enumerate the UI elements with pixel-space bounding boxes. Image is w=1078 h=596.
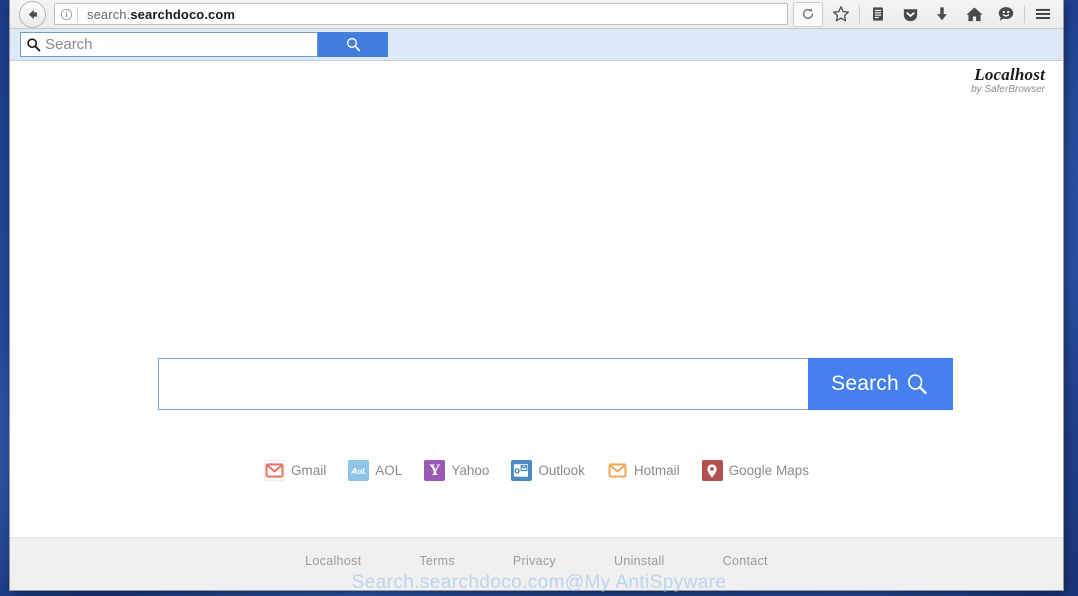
quick-link-google-maps[interactable]: Google Maps [701, 460, 809, 481]
svg-text:o: o [515, 466, 521, 476]
reload-icon [802, 8, 814, 19]
bookmark-star-icon[interactable] [825, 0, 857, 28]
url-text: search.searchdoco.com [78, 7, 235, 22]
search-icon [27, 38, 41, 52]
reload-button[interactable] [793, 1, 823, 27]
feedback-smiley-icon[interactable] [990, 0, 1022, 28]
footer-link-privacy[interactable]: Privacy [513, 554, 556, 568]
search-icon [907, 373, 927, 394]
url-prefix: search. [87, 6, 131, 22]
outlook-envelope-icon: o [511, 460, 533, 481]
toolbar-divider [859, 5, 860, 23]
footer-link-terms[interactable]: Terms [419, 554, 455, 568]
toolbar-search-placeholder: Search [45, 36, 93, 53]
yahoo-letter: Y [429, 461, 441, 479]
browser-navigation-toolbar: search.searchdoco.com [10, 0, 1063, 29]
toolbar-divider [1024, 5, 1025, 23]
brand-name: Localhost [974, 65, 1045, 84]
hotmail-envelope-icon [606, 460, 628, 481]
back-arrow-icon [28, 9, 37, 19]
yahoo-y-icon: Y [424, 460, 446, 481]
hamburger-menu-icon[interactable] [1027, 0, 1059, 28]
quick-link-label: Yahoo [451, 463, 490, 478]
browser-window: search.searchdoco.com Search Localhost b… [10, 0, 1063, 590]
gmail-envelope-icon [264, 460, 286, 481]
info-circle-icon[interactable] [55, 8, 77, 21]
main-search-button-label: Search [831, 372, 899, 395]
aol-badge-text: Aol. [351, 465, 367, 476]
search-toolbar-band: Search [10, 29, 1063, 61]
quick-link-yahoo[interactable]: Y Yahoo [424, 460, 489, 481]
quick-link-aol[interactable]: Aol. AOL [348, 460, 402, 481]
quick-link-label: Google Maps [728, 463, 809, 478]
aol-badge-icon: Aol. [348, 460, 370, 481]
map-pin-icon [701, 460, 723, 481]
main-search-input[interactable] [158, 358, 808, 410]
back-button[interactable] [19, 0, 46, 28]
quick-link-gmail[interactable]: Gmail [264, 460, 326, 481]
page-footer: Localhost Terms Privacy Uninstall Contac… [10, 537, 1063, 590]
footer-link-localhost[interactable]: Localhost [305, 554, 361, 568]
search-icon [346, 37, 360, 52]
url-bar[interactable]: search.searchdoco.com [54, 3, 788, 25]
main-search-button[interactable]: Search [808, 358, 953, 410]
toolbar-search-button[interactable] [318, 32, 388, 57]
quick-link-label: Gmail [291, 463, 327, 478]
quick-link-label: Outlook [538, 463, 585, 478]
browser-toolbar-icons [825, 0, 1059, 28]
pocket-shield-icon[interactable] [894, 0, 926, 28]
toolbar-search-input[interactable]: Search [20, 32, 318, 57]
main-search-form: Search [158, 358, 953, 410]
quick-link-label: AOL [375, 463, 403, 478]
quick-links: Gmail Aol. AOL Y Yahoo o Outlook Hotmail… [10, 460, 1063, 481]
home-icon[interactable] [958, 0, 990, 28]
download-arrow-icon[interactable] [926, 0, 958, 28]
page-content: Localhost by SaferBrowser Search Gmail A… [10, 61, 1063, 590]
reader-list-icon[interactable] [862, 0, 894, 28]
url-domain: searchdoco.com [130, 6, 236, 22]
footer-link-contact[interactable]: Contact [723, 554, 768, 568]
quick-link-label: Hotmail [633, 463, 680, 478]
quick-link-hotmail[interactable]: Hotmail [606, 460, 680, 481]
brand-subtitle: by SaferBrowser [971, 84, 1045, 95]
footer-link-uninstall[interactable]: Uninstall [614, 554, 665, 568]
quick-link-outlook[interactable]: o Outlook [511, 460, 585, 481]
site-logo: Localhost by SaferBrowser [971, 66, 1045, 95]
